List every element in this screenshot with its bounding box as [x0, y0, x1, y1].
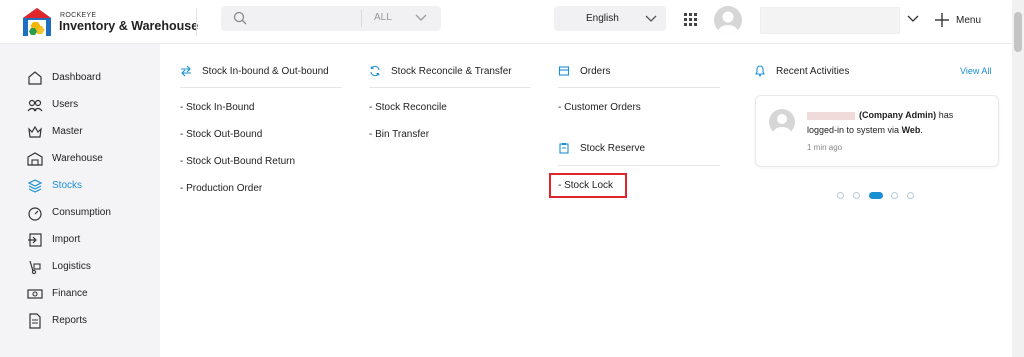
brand-title: Inventory & Warehouse [59, 19, 199, 33]
sidebar-item-label: Logistics [52, 261, 91, 272]
link-stock-out-bound-return[interactable]: - Stock Out-Bound Return [180, 156, 295, 167]
link-stock-out-bound[interactable]: - Stock Out-Bound [180, 129, 262, 140]
link-production-order[interactable]: - Production Order [180, 183, 262, 194]
cash-icon [27, 289, 43, 299]
user-avatar[interactable] [714, 6, 742, 34]
sidebar-item-import[interactable]: Import [27, 231, 157, 249]
bell-icon [755, 65, 765, 77]
sidebar-item-label: Consumption [52, 207, 111, 218]
activity-role: (Company Admin) [859, 110, 937, 120]
rockeye-logo[interactable] [21, 6, 53, 38]
sidebar-item-logistics[interactable]: Logistics [27, 258, 157, 276]
language-select[interactable]: English [554, 6, 666, 31]
search-icon[interactable] [233, 11, 247, 25]
apps-grid-icon[interactable] [684, 13, 697, 26]
recent-activities-title: Recent Activities [776, 66, 850, 77]
dolly-icon [29, 260, 41, 275]
sidebar-item-consumption[interactable]: Consumption [27, 204, 157, 222]
pagination-dot[interactable] [891, 192, 898, 199]
pagination-dot[interactable] [837, 192, 844, 199]
brand-company: ROCKEYE [60, 12, 97, 19]
page-scrollbar[interactable] [1012, 0, 1024, 357]
user-silhouette-icon [718, 11, 738, 34]
sidebar-item-stocks[interactable]: Stocks [27, 177, 157, 195]
section-divider [558, 165, 720, 166]
activity-line-2: logged-in to system via Web. [807, 125, 923, 135]
highlight-box [549, 173, 627, 198]
pagination-dot[interactable] [853, 192, 860, 199]
sidebar-item-users[interactable]: Users [27, 96, 157, 114]
link-customer-orders[interactable]: - Customer Orders [558, 102, 641, 113]
pagination-dot-active[interactable] [869, 192, 883, 199]
sidebar-item-warehouse[interactable]: Warehouse [27, 150, 157, 168]
activity-line-1: (Company Admin) has [859, 110, 953, 120]
import-icon [28, 233, 42, 247]
chevron-down-icon[interactable] [644, 13, 658, 25]
activity-card[interactable]: (Company Admin) has logged-in to system … [755, 95, 999, 167]
sidebar-item-label: Users [52, 99, 79, 110]
link-bin-transfer[interactable]: - Bin Transfer [369, 129, 429, 140]
section-title: Stock In-bound & Out-bound [202, 66, 329, 77]
link-stock-in-bound[interactable]: - Stock In-Bound [180, 102, 254, 113]
search-separator [361, 10, 362, 27]
section-inbound-outbound: Stock In-bound & Out-bound [180, 64, 350, 80]
sidebar-item-label: Import [52, 234, 81, 245]
search-scope-select[interactable]: ALL [374, 12, 392, 23]
box-icon [558, 66, 570, 76]
activity-via: Web [901, 125, 921, 135]
section-orders: Orders [558, 64, 718, 80]
users-icon [27, 99, 43, 112]
stocks-mega-menu: Stock In-bound & Out-bound - Stock In-Bo… [160, 44, 1012, 357]
activity-avatar [769, 109, 795, 135]
crown-icon [28, 125, 42, 138]
activity-period: . [920, 125, 923, 135]
sidebar-item-reports[interactable]: Reports [27, 312, 157, 330]
redacted-username [807, 112, 855, 120]
section-title: Orders [580, 66, 611, 77]
document-icon [29, 313, 41, 329]
language-label: English [586, 13, 619, 24]
menu-label: Menu [956, 15, 982, 26]
sidebar-item-dashboard[interactable]: Dashboard [27, 69, 157, 87]
sidebar-item-label: Warehouse [52, 153, 103, 164]
activity-time: 1 min ago [807, 143, 843, 152]
warehouse-icon [27, 152, 43, 166]
sidebar-item-finance[interactable]: Finance [27, 285, 157, 303]
clipboard-icon [559, 143, 569, 154]
user-name-box[interactable] [760, 7, 900, 34]
sidebar-item-master[interactable]: Master [27, 123, 157, 141]
top-header: ROCKEYE Inventory & Warehouse ALL Englis… [0, 0, 1012, 44]
sidebar-item-label: Reports [52, 315, 88, 326]
sidebar-item-label: Dashboard [52, 72, 101, 83]
user-silhouette-icon [773, 114, 791, 135]
activity-text-has: has [938, 110, 954, 120]
global-search[interactable]: ALL [221, 6, 441, 31]
view-all-link[interactable]: View All [960, 66, 991, 76]
sidebar-item-label: Master [52, 126, 83, 137]
section-reconcile-transfer: Stock Reconcile & Transfer [369, 64, 539, 80]
plus-icon [935, 13, 949, 27]
scrollbar-thumb[interactable] [1014, 12, 1022, 52]
sidebar-item-label: Stocks [52, 180, 83, 191]
sidebar-item-label: Finance [52, 288, 88, 299]
pagination-dot[interactable] [907, 192, 914, 199]
chevron-down-icon[interactable] [906, 13, 920, 25]
home-icon [28, 71, 42, 85]
section-title: Stock Reconcile & Transfer [391, 66, 512, 77]
link-stock-reconcile[interactable]: - Stock Reconcile [369, 102, 447, 113]
gauge-icon [28, 207, 42, 221]
section-divider [180, 87, 342, 88]
section-title: Stock Reserve [580, 143, 646, 154]
transfer-arrows-icon [181, 65, 191, 77]
section-divider [369, 87, 531, 88]
activity-text: logged-in to system via [807, 125, 900, 135]
header-divider [196, 8, 197, 36]
layers-icon [27, 179, 43, 193]
refresh-icon [370, 65, 380, 77]
section-stock-reserve: Stock Reserve [558, 141, 718, 157]
sidebar: Dashboard Users Master Warehouse Stocks … [0, 44, 160, 357]
section-divider [558, 87, 720, 88]
chevron-down-icon[interactable] [414, 12, 428, 24]
